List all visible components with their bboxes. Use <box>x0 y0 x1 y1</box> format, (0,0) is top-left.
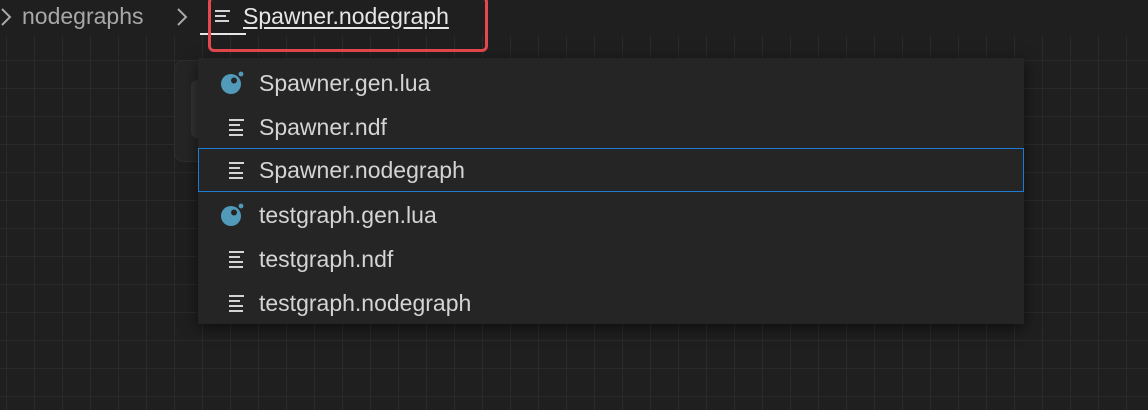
breadcrumb-folder[interactable]: nodegraphs <box>22 2 144 30</box>
text-file-icon <box>220 291 244 315</box>
file-list-item-label: Spawner.gen.lua <box>259 70 431 96</box>
text-file-icon <box>220 115 244 139</box>
file-list-item-label: Spawner.ndf <box>259 114 387 140</box>
lua-file-icon <box>220 203 244 227</box>
lua-file-icon <box>220 71 244 95</box>
text-file-icon <box>220 247 244 271</box>
chevron-right-icon <box>0 0 14 34</box>
chevron-right-icon <box>174 0 190 34</box>
file-list-item-label: Spawner.nodegraph <box>259 157 465 183</box>
breadcrumb: nodegraphs Spawner.nodegraph <box>0 0 1148 36</box>
file-list-item-label: testgraph.gen.lua <box>259 202 437 228</box>
file-list-item-selected[interactable]: Spawner.nodegraph <box>198 148 1024 192</box>
text-file-icon <box>220 158 244 182</box>
file-list-item[interactable]: Spawner.ndf <box>198 105 1024 149</box>
file-list-item[interactable]: testgraph.nodegraph <box>198 281 1024 325</box>
file-list-item-label: testgraph.ndf <box>259 246 394 272</box>
file-list-item[interactable]: Spawner.gen.lua <box>198 61 1024 105</box>
breadcrumb-file-picker: Spawner.gen.lua Spawner.ndf Spawner.node… <box>198 58 1024 324</box>
file-list-item[interactable]: testgraph.gen.lua <box>198 193 1024 237</box>
file-list-item-label: testgraph.nodegraph <box>259 290 472 316</box>
file-list-item[interactable]: testgraph.ndf <box>198 237 1024 281</box>
annotation-highlight-box <box>208 0 488 52</box>
